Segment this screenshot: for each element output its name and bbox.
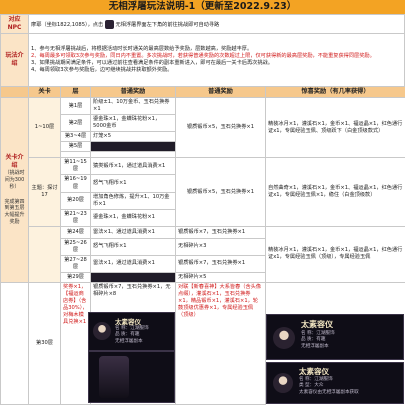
normal-reward: 鎏金珠×1，金蝶珠花粉×1，5000金币 — [90, 114, 176, 133]
page-title: 无相浮屠玩法说明-1（更新至2022.9.23） — [0, 0, 405, 14]
normal-reward: 灯笼×5 — [90, 131, 176, 143]
normal-reward: 雷法×1，通过道具消费×1 — [90, 254, 176, 273]
normal-reward: 鎏金珠×1，金蝶珠花粉×1 — [90, 208, 176, 227]
normal-reward: 雷法×1、通过道具消费×1 — [90, 225, 176, 239]
floor-cell: 第16~19层 — [60, 174, 91, 193]
col-header-normal: 普通奖励 — [90, 85, 176, 99]
npc-text: 摩耶（坐标1822,1085），点击 无相浮屠界面左下角的前往挑战即可自动寻路 — [28, 13, 405, 35]
col-header-surprise: 惊喜奖励（有几率获得） — [265, 85, 405, 99]
rules-list: 1、参与无相浮屠挑战后，将根据活动时长时通关的最高层数给予奖励，层数越高，奖励越… — [28, 33, 405, 88]
npc-text-main: 摩耶（坐标1822,1085），点击 — [31, 21, 104, 28]
surprise-reward-final: 对联【新春喜神】大系皆春（含头像点缀），灌溪石×1，玉石兑换券×1，精品锻币×1… — [175, 281, 266, 405]
normal-reward-text: 奖券×1，【福运商店券】（含品30%），对梅木模具兑换×1 — [63, 283, 88, 325]
floor-cell: 第5层 — [60, 141, 91, 153]
floor-cell: 第2层 — [60, 114, 91, 133]
normal-reward: 增加角色修炼，提升×1、10万金币×1 — [90, 191, 176, 210]
floor-cell: 第27~28层 — [60, 254, 91, 273]
outfit-name: 太素容仪 — [115, 318, 141, 326]
floor-cell: 第21~23层 — [60, 208, 91, 227]
col-header-section — [0, 85, 29, 99]
rule-item: 4、每周领取3次参与奖励后，边可继续挑战并获取额外奖励。 — [31, 67, 173, 74]
outfit-name: 太素容仪 — [299, 367, 329, 376]
npc-label: 对应NPC — [0, 13, 29, 35]
floor-cell: 第3~4层 — [60, 131, 91, 143]
group-label: 1~10层 — [28, 97, 61, 159]
section-note: 完成第四到第五层大幅提升奖励 — [4, 198, 25, 225]
floor-cell: 第25~26层 — [60, 237, 91, 256]
normal-reward-2-text: 银质锻币×7，玉石兑换券×1，无相碎片×8 — [93, 283, 171, 297]
normal-reward: 猿类锻币×1，通过道具消费×1 — [90, 157, 176, 176]
floor-cell: 第1层 — [60, 97, 91, 116]
outfit-meta: 名 称：江湖服饰 品 质：有趣 无相浮屠副本 — [115, 326, 149, 345]
outfit-card[interactable]: 太素容仪 名 称：江湖服饰 类 型：大众 太素容仪由无相浮屠副本获取 — [266, 362, 404, 404]
normal-reward-2: 银质锻币×5，玉石兑换券×1 — [175, 157, 266, 227]
section-title: 关卡介绍 — [5, 154, 24, 170]
normal-reward: 阶级±1、10万金币、玉石兑换券×1 — [90, 97, 176, 116]
floor-cell: 第24层 — [60, 225, 91, 239]
floor-cell: 第11~15层 — [60, 157, 91, 176]
normal-reward-2: 银质锻币×7，玉石兑换券×1 — [175, 225, 266, 239]
col-header-floor: 层 — [60, 85, 91, 99]
floor-cell: 第20层 — [60, 191, 91, 210]
npc-portrait-icon — [104, 19, 114, 29]
normal-reward-final: 奖券×1，【福运商店券】（含品30%），对梅木模具兑换×1 — [60, 281, 91, 405]
reward-icon-strip — [90, 141, 176, 153]
group-label — [0, 281, 29, 405]
reward-icon-strip — [90, 271, 176, 283]
normal-reward-2: 无相碎片×5 — [175, 271, 266, 283]
normal-reward-2: 银质锻币×7，玉石兑换券×1 — [175, 254, 266, 273]
npc-text-path: 无相浮屠界面左下角的前往挑战即可自动寻路 — [115, 21, 220, 28]
group-label: 主题：探讨17 — [28, 157, 61, 227]
surprise-reward: 精装冰月×1，灌溪石×1，金币×1、福运晶×1，红色通行证x1，专属经验玉佩、顶… — [265, 97, 405, 159]
group-label — [28, 225, 61, 283]
outfit-avatar-icon — [93, 322, 111, 340]
outfit-card[interactable]: 太素容仪 名 称：江湖服饰 品 质：有趣 无相浮屠副本 — [266, 314, 404, 360]
floor-cell: 第29层 — [60, 271, 91, 283]
outfit-meta: 名 称：江湖服饰 品 质：有趣 无相浮屠副本 — [301, 331, 335, 350]
outfit-card[interactable] — [88, 351, 175, 403]
col-header-stage: 关卡 — [28, 85, 61, 99]
outfit-avatar-icon — [273, 327, 295, 349]
normal-reward-2: 银质锻币×5，玉石兑换券×1 — [175, 97, 266, 159]
page: { "title": "无相浮屠玩法说明-1（更新至2022.9.23）", "… — [0, 0, 405, 405]
outfit-avatar-icon — [273, 373, 293, 393]
outfit-figure — [99, 356, 129, 398]
floor-cell: 第30层 — [28, 281, 61, 405]
section-sub: （挑战时间为300秒） — [4, 170, 25, 190]
outfit-caption: 太素容仪由无相浮屠副本获取 — [299, 389, 359, 395]
normal-reward-2: 无相碎片×3 — [175, 237, 266, 256]
surprise-reward-text: 对联【新春喜神】大系皆春（含头像点缀），灌溪石×1，玉石兑换券×1，精品锻币×1… — [178, 283, 262, 318]
intro-table: 对应NPC 摩耶（坐标1822,1085），点击 无相浮屠界面左下角的前往挑战即… — [0, 13, 405, 88]
outfit-card[interactable]: 太素容仪 名 称：江湖服饰 品 质：有趣 无相浮屠副本 — [88, 312, 175, 351]
surprise-reward: 精装冰月×1，灌溪石×1，金币×1，福运晶×1，红色通行证x1，专属经验玉佩（顶… — [265, 225, 405, 283]
col-header-normal2: 普通奖励 — [175, 85, 266, 99]
outfit-caption: 无相浮屠副本 — [115, 338, 143, 344]
rules-label: 玩法介绍 — [0, 33, 29, 88]
outfit-meta: 名 称：江湖服饰 类 型：大众 太素容仪由无相浮屠副本获取 — [299, 377, 359, 396]
outfit-name: 太素容仪 — [301, 320, 333, 329]
surprise-reward: 自然曲奇×1，灌溪石×1，金币×1、福运晶×1，红色通行证x1，专属经验玉佩×1… — [265, 157, 405, 227]
normal-reward: 怒气飞翔币×1 — [90, 174, 176, 193]
section-label: 关卡介绍 （挑战时间为300秒） 完成第四到第五层大幅提升奖励 — [0, 97, 29, 283]
outfit-caption: 无相浮屠副本 — [301, 343, 329, 349]
normal-reward: 怒气飞翔币×1 — [90, 237, 176, 256]
